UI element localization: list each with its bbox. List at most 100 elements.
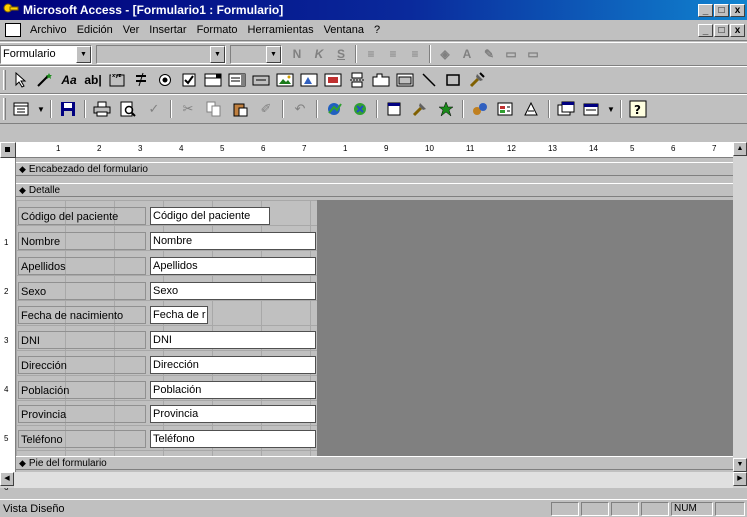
- unbound-object-icon[interactable]: [298, 69, 320, 91]
- field-textbox[interactable]: Apellidos: [150, 257, 316, 275]
- form-document-icon[interactable]: [5, 23, 21, 37]
- size-combo[interactable]: ▼: [230, 44, 282, 64]
- scroll-down-icon[interactable]: ▼: [733, 458, 747, 472]
- label-tool-icon[interactable]: Aa: [58, 69, 80, 91]
- font-combo[interactable]: ▼: [96, 44, 226, 64]
- field-textbox[interactable]: DNI: [150, 331, 316, 349]
- line-width-icon[interactable]: ▭: [501, 44, 521, 64]
- close-button[interactable]: x: [730, 3, 745, 17]
- form-footer-section[interactable]: ◆ Pie del formulario: [16, 456, 733, 470]
- menu-ver[interactable]: Ver: [118, 24, 145, 36]
- command-button-icon[interactable]: [250, 69, 272, 91]
- maximize-button[interactable]: □: [714, 3, 729, 17]
- menu-help[interactable]: ?: [369, 24, 385, 36]
- doc-restore-button[interactable]: □: [714, 23, 729, 37]
- undo-icon[interactable]: ↶: [288, 97, 312, 121]
- menu-insertar[interactable]: Insertar: [144, 24, 191, 36]
- field-textbox[interactable]: Teléfono: [150, 430, 316, 448]
- scroll-left-icon[interactable]: ◀: [0, 472, 14, 486]
- rectangle-tool-icon[interactable]: [442, 69, 464, 91]
- scroll-track[interactable]: [14, 472, 733, 488]
- image-tool-icon[interactable]: [274, 69, 296, 91]
- special-effect-icon[interactable]: ▭: [523, 44, 543, 64]
- align-right-icon[interactable]: ≡: [405, 44, 425, 64]
- detail-grid[interactable]: Código del paciente Código del paciente No…: [16, 200, 317, 456]
- detail-section[interactable]: ◆ Detalle: [16, 183, 733, 197]
- field-label[interactable]: Población: [18, 381, 146, 399]
- menu-herramientas[interactable]: Herramientas: [243, 24, 319, 36]
- field-textbox[interactable]: Fecha de r: [150, 306, 208, 324]
- field-textbox[interactable]: Dirección: [150, 356, 316, 374]
- spelling-icon[interactable]: ✓: [142, 97, 166, 121]
- scroll-up-icon[interactable]: ▲: [733, 142, 747, 156]
- field-label[interactable]: DNI: [18, 331, 146, 349]
- chevron-down-icon[interactable]: ▼: [76, 45, 91, 63]
- field-list-icon[interactable]: [382, 97, 406, 121]
- doc-minimize-button[interactable]: _: [698, 23, 713, 37]
- field-label[interactable]: Provincia: [18, 405, 146, 423]
- chevron-down-icon[interactable]: ▼: [210, 45, 225, 63]
- view-dropdown-icon[interactable]: ▼: [36, 98, 46, 120]
- build-icon[interactable]: [520, 97, 544, 121]
- object-combo[interactable]: Formulario ▼: [0, 44, 92, 64]
- save-disk-icon[interactable]: [56, 97, 80, 121]
- horizontal-scrollbar[interactable]: ◀ ▶: [0, 472, 747, 488]
- autoformat-icon[interactable]: [434, 97, 458, 121]
- menu-edicion[interactable]: Edición: [72, 24, 118, 36]
- line-tool-icon[interactable]: [418, 69, 440, 91]
- chevron-down-icon[interactable]: ▼: [266, 45, 281, 63]
- field-label[interactable]: Fecha de nacimiento: [18, 306, 146, 324]
- align-left-icon[interactable]: ≡: [361, 44, 381, 64]
- help-icon[interactable]: ?: [626, 97, 650, 121]
- wizard-wand-icon[interactable]: [34, 69, 56, 91]
- option-group-icon[interactable]: xyz: [106, 69, 128, 91]
- copy-icon[interactable]: [202, 97, 226, 121]
- doc-close-button[interactable]: x: [730, 23, 745, 37]
- form-selector[interactable]: [0, 142, 16, 158]
- minimize-button[interactable]: _: [698, 3, 713, 17]
- scroll-right-icon[interactable]: ▶: [733, 472, 747, 486]
- field-label[interactable]: Código del paciente: [18, 207, 146, 225]
- menu-ventana[interactable]: Ventana: [319, 24, 369, 36]
- form-header-section[interactable]: ◆ Encabezado del formulario: [16, 162, 733, 176]
- bound-object-icon[interactable]: [322, 69, 344, 91]
- print-icon[interactable]: [90, 97, 114, 121]
- tab-control-icon[interactable]: [370, 69, 392, 91]
- subform-icon[interactable]: [394, 69, 416, 91]
- new-object-icon[interactable]: [580, 97, 604, 121]
- properties-icon[interactable]: [494, 97, 518, 121]
- field-label[interactable]: Teléfono: [18, 430, 146, 448]
- field-label[interactable]: Sexo: [18, 282, 146, 300]
- underline-button[interactable]: S: [331, 44, 351, 64]
- option-button-icon[interactable]: [154, 69, 176, 91]
- menu-archivo[interactable]: Archivo: [25, 24, 72, 36]
- hyperlink-icon[interactable]: [322, 97, 346, 121]
- checkbox-tool-icon[interactable]: [178, 69, 200, 91]
- print-preview-icon[interactable]: [116, 97, 140, 121]
- field-textbox[interactable]: Provincia: [150, 405, 316, 423]
- italic-button[interactable]: K: [309, 44, 329, 64]
- format-painter-icon[interactable]: ✐: [254, 97, 278, 121]
- field-textbox[interactable]: Sexo: [150, 282, 316, 300]
- field-textbox[interactable]: Código del paciente: [150, 207, 270, 225]
- more-controls-icon[interactable]: [466, 69, 488, 91]
- view-design-icon[interactable]: [10, 97, 34, 121]
- cut-icon[interactable]: ✂: [176, 97, 200, 121]
- menu-formato[interactable]: Formato: [192, 24, 243, 36]
- toggle-button-icon[interactable]: [130, 69, 152, 91]
- field-label[interactable]: Apellidos: [18, 257, 146, 275]
- font-color-icon[interactable]: A: [457, 44, 477, 64]
- vertical-scrollbar[interactable]: ▲ ▼: [733, 142, 747, 472]
- new-object-dropdown-icon[interactable]: ▼: [606, 98, 616, 120]
- select-pointer-icon[interactable]: [10, 69, 32, 91]
- field-textbox[interactable]: Nombre: [150, 232, 316, 250]
- combo-box-tool-icon[interactable]: [202, 69, 224, 91]
- textbox-tool-icon[interactable]: ab|: [82, 69, 104, 91]
- web-toolbar-icon[interactable]: [348, 97, 372, 121]
- fill-color-icon[interactable]: ◈: [435, 44, 455, 64]
- line-color-icon[interactable]: ✎: [479, 44, 499, 64]
- align-center-icon[interactable]: ≡: [383, 44, 403, 64]
- page-break-icon[interactable]: [346, 69, 368, 91]
- bold-button[interactable]: N: [287, 44, 307, 64]
- field-textbox[interactable]: Población: [150, 381, 316, 399]
